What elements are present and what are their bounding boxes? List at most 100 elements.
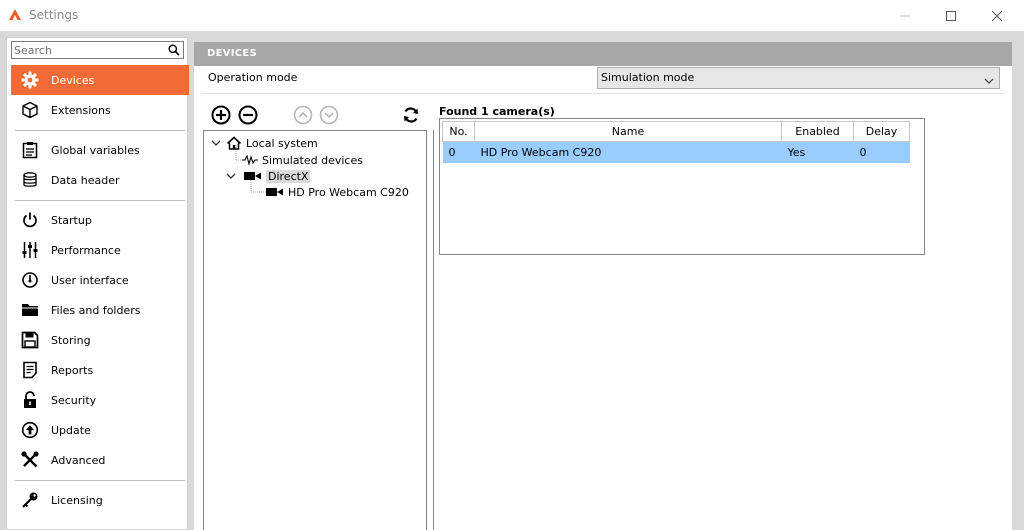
search-input[interactable]: [12, 42, 162, 58]
gauge-icon: [19, 269, 41, 291]
nav-divider: [15, 480, 185, 481]
close-button[interactable]: [974, 0, 1020, 31]
add-icon: [211, 105, 231, 125]
search-box[interactable]: [11, 41, 184, 59]
table-row[interactable]: 0 HD Pro Webcam C920 Yes 0: [442, 141, 910, 163]
tree-node-label: Simulated devices: [262, 153, 363, 167]
camera-grid[interactable]: No. Name Enabled Delay 0 HD Pro Webcam C…: [439, 118, 925, 255]
chevron-down-icon: [984, 73, 994, 93]
tools-icon: [19, 449, 41, 471]
sidebar-item-update[interactable]: Update: [11, 415, 189, 445]
section-title: DEVICES: [194, 42, 1012, 66]
sidebar-item-label: Security: [51, 393, 97, 407]
column-header-enabled[interactable]: Enabled: [781, 121, 854, 142]
column-header-no[interactable]: No.: [442, 121, 475, 142]
sidebar-item-label: Update: [51, 423, 91, 437]
sidebar-item-performance[interactable]: Performance: [11, 235, 189, 265]
sidebar-item-label: User interface: [51, 273, 129, 287]
sidebar-item-data-header[interactable]: Data header: [11, 165, 189, 195]
home-icon: [226, 136, 242, 150]
sidebar-item-label: Devices: [51, 73, 95, 87]
tree-node-local-system[interactable]: Local system: [211, 135, 318, 151]
key-icon: [19, 489, 41, 511]
cell-delay[interactable]: 0: [853, 141, 910, 163]
sidebar-item-storing[interactable]: Storing: [11, 325, 189, 355]
report-icon: [19, 359, 41, 381]
cell-no[interactable]: 0: [442, 141, 475, 163]
clipboard-icon: [19, 139, 41, 161]
sidebar-item-advanced[interactable]: Advanced: [11, 445, 189, 475]
move-down-icon: [319, 105, 339, 125]
sidebar-item-label: Performance: [51, 243, 121, 257]
video-camera-icon: [244, 172, 261, 180]
table-header-row: No. Name Enabled Delay: [442, 121, 910, 142]
tree-node-camera[interactable]: HD Pro Webcam C920: [266, 184, 409, 200]
lock-icon: [19, 389, 41, 411]
refresh-icon: [404, 107, 418, 123]
settings-nav: Devices Extensions Global variables Data: [11, 65, 189, 515]
sidebar: Devices Extensions Global variables Data: [6, 37, 189, 530]
sidebar-item-licensing[interactable]: Licensing: [11, 485, 189, 515]
cube-icon: [19, 99, 41, 121]
divider: [202, 93, 1004, 94]
operation-mode-label: Operation mode: [208, 71, 298, 84]
move-up-button[interactable]: [292, 104, 314, 126]
app-logo-icon: [9, 9, 21, 24]
maximize-button[interactable]: [928, 0, 974, 31]
minimize-button[interactable]: [882, 0, 928, 31]
title-bar: Settings: [0, 0, 1024, 31]
sidebar-item-reports[interactable]: Reports: [11, 355, 189, 385]
pane-splitter[interactable]: [433, 130, 434, 530]
chevron-down-icon[interactable]: [211, 138, 221, 148]
gear-icon: [19, 69, 41, 91]
sidebar-item-label: Advanced: [51, 453, 106, 467]
operation-mode-value: Simulation mode: [601, 71, 695, 84]
column-header-name[interactable]: Name: [474, 121, 782, 142]
sliders-icon: [19, 239, 41, 261]
floppy-disk-icon: [19, 329, 41, 351]
sidebar-item-label: Startup: [51, 213, 92, 227]
operation-mode-select[interactable]: Simulation mode: [597, 67, 1000, 89]
remove-icon: [238, 105, 258, 125]
tree-node-directx[interactable]: DirectX: [226, 168, 311, 184]
chevron-down-icon[interactable]: [226, 171, 236, 181]
maximize-icon: [946, 10, 956, 21]
power-icon: [19, 209, 41, 231]
sidebar-item-startup[interactable]: Startup: [11, 205, 189, 235]
window-title: Settings: [29, 8, 79, 22]
sidebar-item-files-and-folders[interactable]: Files and folders: [11, 295, 189, 325]
search-icon[interactable]: [168, 44, 180, 59]
sidebar-item-label: Reports: [51, 363, 94, 377]
column-header-delay[interactable]: Delay: [853, 121, 910, 142]
window-body: Devices Extensions Global variables Data: [0, 31, 1024, 530]
camera-table: No. Name Enabled Delay 0 HD Pro Webcam C…: [442, 121, 910, 163]
tree-node-simulated-devices[interactable]: Simulated devices: [242, 152, 363, 168]
device-tree[interactable]: Local system Simulated devices DirectX H…: [203, 130, 427, 530]
sidebar-item-label: Extensions: [51, 103, 111, 117]
sidebar-item-global-variables[interactable]: Global variables: [11, 135, 189, 165]
add-device-button[interactable]: [210, 104, 232, 126]
tree-node-label: HD Pro Webcam C920: [288, 185, 409, 199]
folder-icon: [19, 299, 41, 321]
nav-divider: [15, 200, 185, 201]
sidebar-item-label: Files and folders: [51, 303, 141, 317]
move-down-button[interactable]: [318, 104, 340, 126]
found-cameras-label: Found 1 camera(s): [439, 105, 555, 118]
sidebar-item-label: Licensing: [51, 493, 103, 507]
close-icon: [992, 10, 1002, 21]
devices-panel: DEVICES Operation mode Simulation mode L…: [194, 42, 1012, 530]
sidebar-item-label: Storing: [51, 333, 91, 347]
nav-divider: [15, 130, 185, 131]
move-up-icon: [293, 105, 313, 125]
sidebar-item-label: Data header: [51, 173, 120, 187]
sidebar-item-extensions[interactable]: Extensions: [11, 95, 189, 125]
remove-device-button[interactable]: [237, 104, 259, 126]
sidebar-item-devices[interactable]: Devices: [11, 65, 189, 95]
refresh-button[interactable]: [400, 104, 422, 126]
sidebar-item-user-interface[interactable]: User interface: [11, 265, 189, 295]
sidebar-item-security[interactable]: Security: [11, 385, 189, 415]
cell-enabled[interactable]: Yes: [781, 141, 854, 163]
cell-name[interactable]: HD Pro Webcam C920: [474, 141, 782, 163]
signal-wave-icon: [242, 155, 258, 165]
tree-node-label: DirectX: [266, 169, 311, 183]
